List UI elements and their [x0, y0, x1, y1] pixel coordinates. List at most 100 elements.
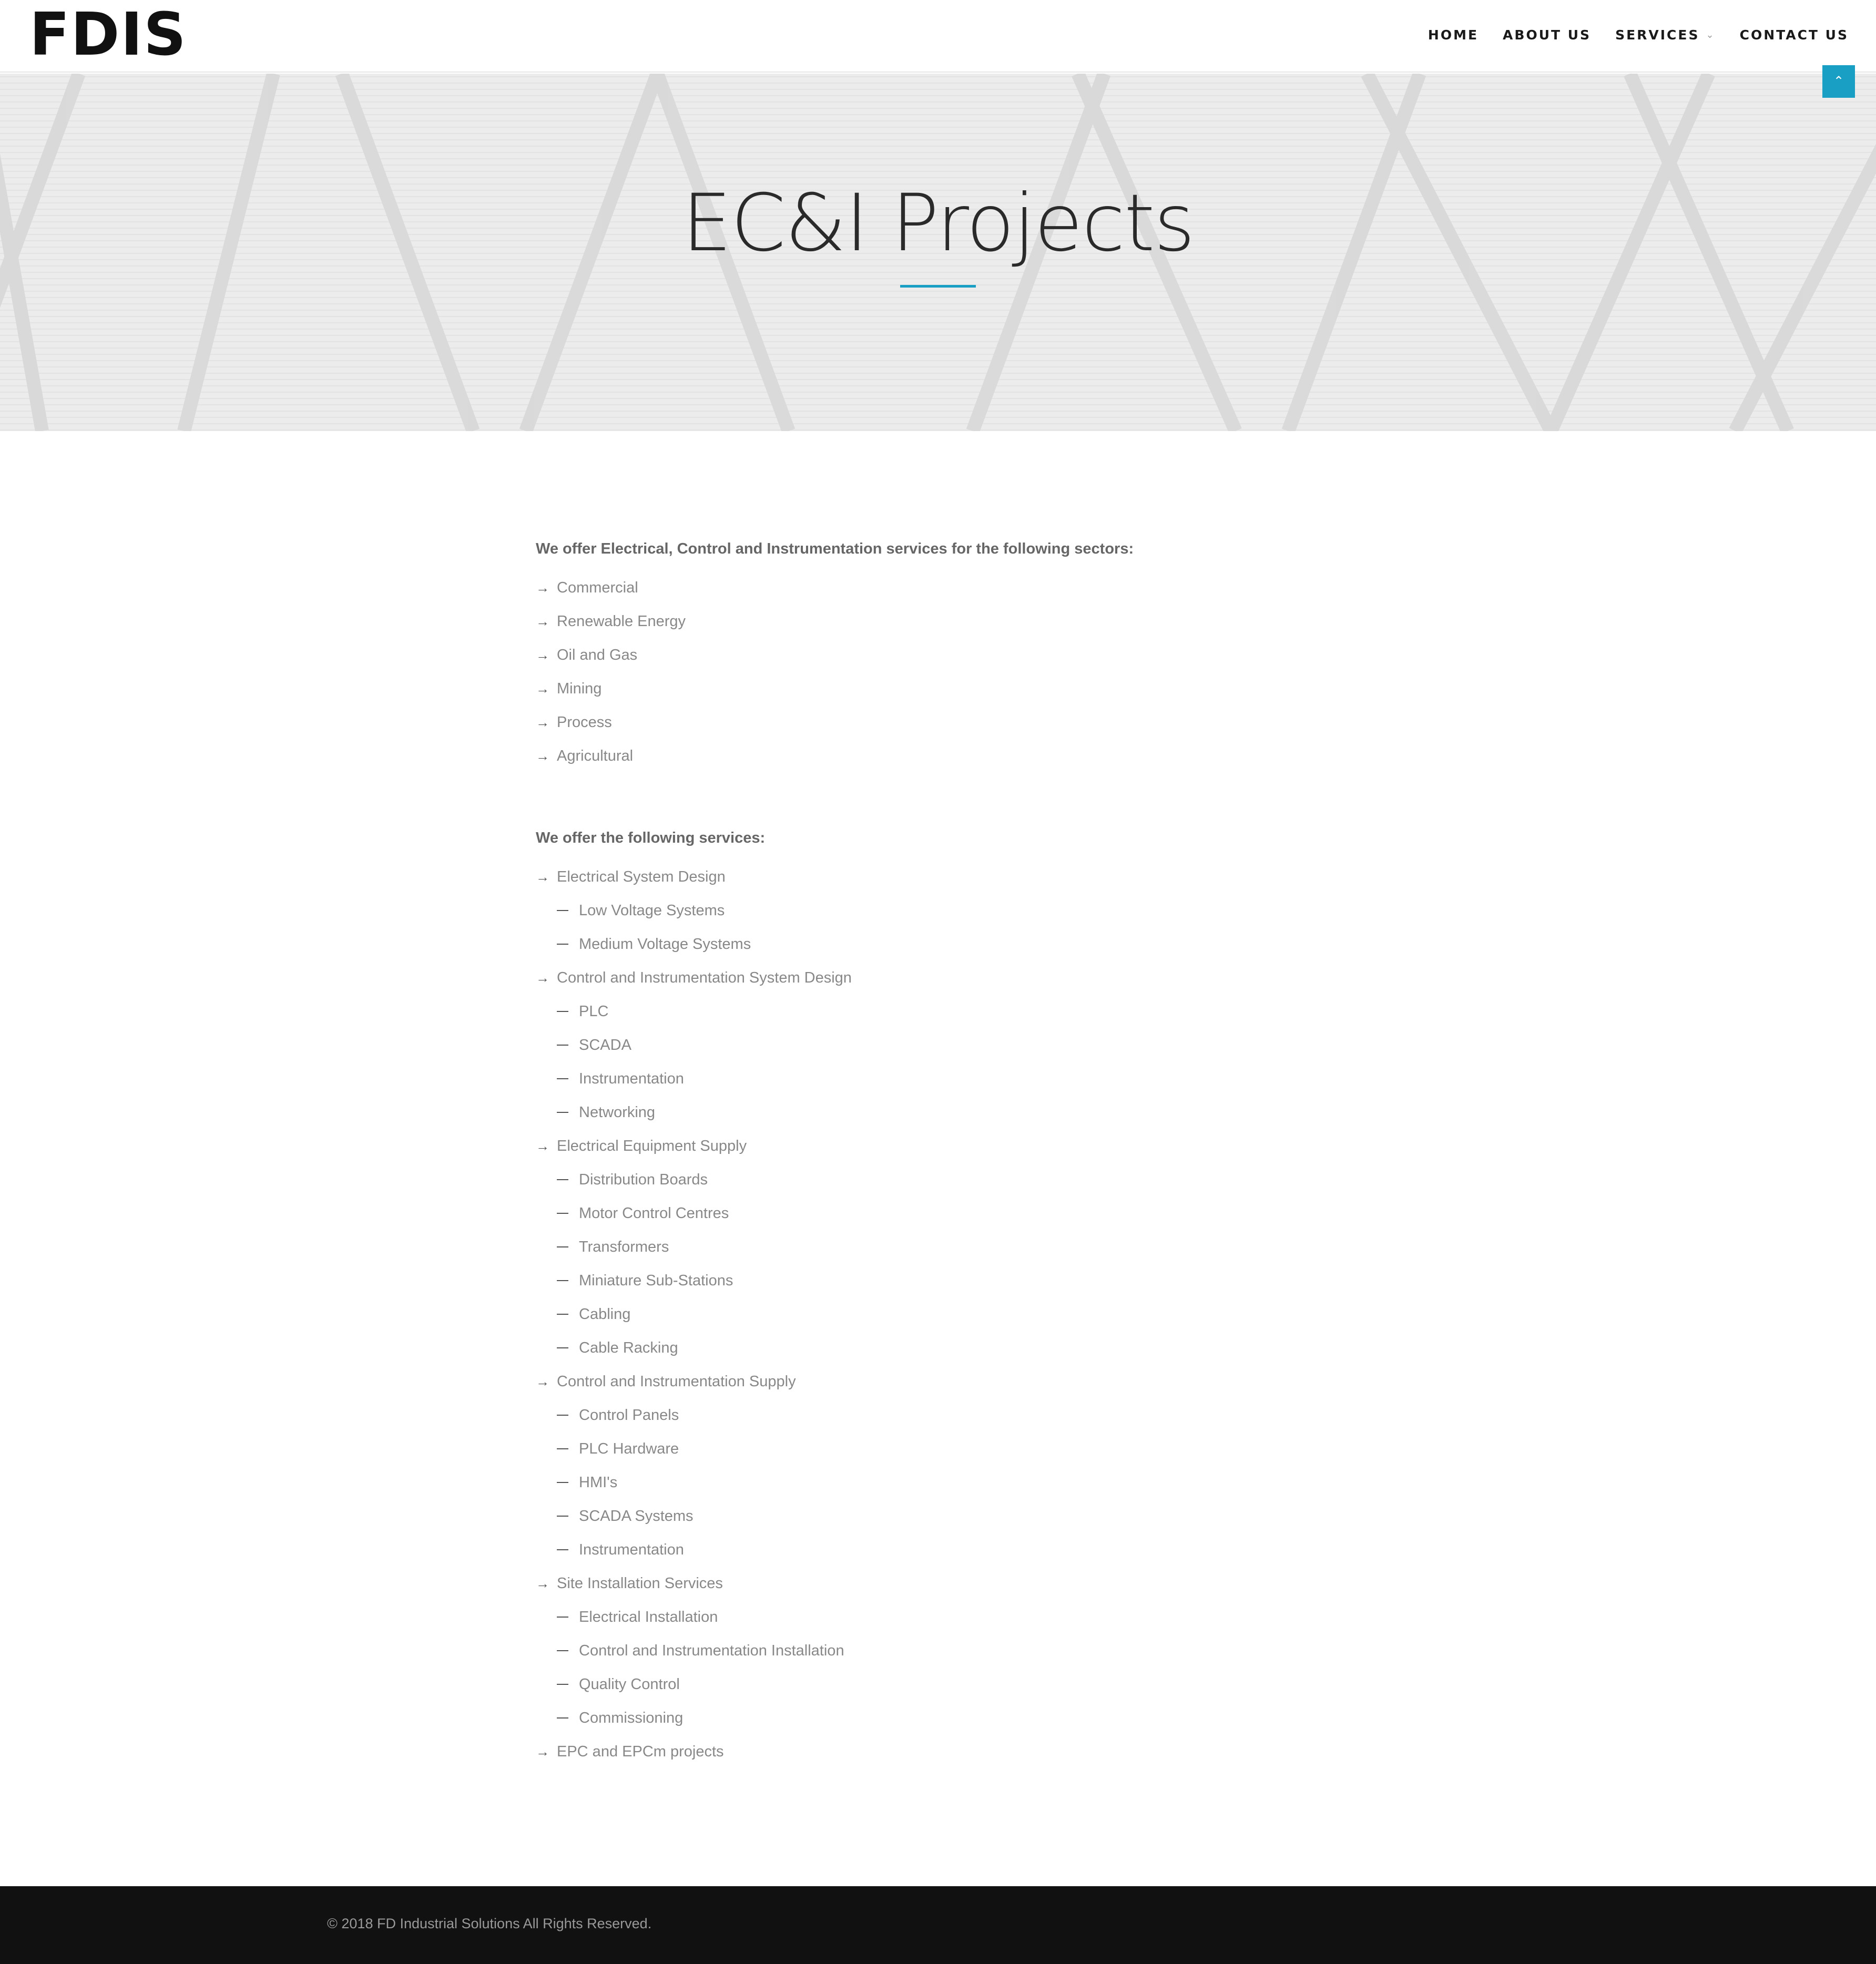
dash-icon: [557, 1482, 568, 1483]
service-group-label: EPC and EPCm projects: [557, 1743, 724, 1760]
service-subitem-label: Commissioning: [579, 1710, 684, 1726]
arrow-right-icon: →: [536, 647, 549, 663]
service-subitem-label: HMI's: [579, 1474, 618, 1491]
arrow-right-icon: →: [536, 748, 549, 764]
nav-about-us-label: ABOUT US: [1503, 27, 1592, 43]
service-subitem: Medium Voltage Systems: [536, 927, 1377, 961]
arrow-right-icon: →: [536, 714, 549, 730]
nav-about-us[interactable]: ABOUT US: [1503, 27, 1591, 43]
service-group-label: Control and Instrumentation System Desig…: [557, 969, 852, 986]
service-subitem-label: Quality Control: [579, 1676, 680, 1693]
nav-services-label: SERVICES: [1615, 27, 1700, 43]
service-subitem-label: Motor Control Centres: [579, 1205, 729, 1222]
service-group: → Control and Instrumentation Supply: [536, 1365, 1377, 1398]
list-item-label: Process: [557, 714, 612, 731]
list-item: → Commercial: [536, 571, 1377, 605]
list-item: → Mining: [536, 672, 1377, 705]
service-group: → Electrical Equipment Supply: [536, 1129, 1377, 1163]
site-header: FDIS HOME ABOUT US SERVICES ⌄ CONTACT US: [0, 0, 1876, 73]
service-subitem: PLC Hardware: [536, 1432, 1377, 1466]
list-item-label: Renewable Energy: [557, 613, 686, 630]
dash-icon: [557, 1347, 568, 1348]
list-item-label: Oil and Gas: [557, 647, 638, 663]
site-logo[interactable]: FDIS: [29, 3, 187, 66]
service-group-label: Control and Instrumentation Supply: [557, 1373, 796, 1390]
service-subitem-label: Control and Instrumentation Installation: [579, 1642, 844, 1659]
service-subitem-label: SCADA Systems: [579, 1508, 694, 1525]
service-subitem-label: Distribution Boards: [579, 1171, 708, 1188]
service-subitem: Motor Control Centres: [536, 1196, 1377, 1230]
copyright-text: © 2018 FD Industrial Solutions All Right…: [327, 1916, 652, 1931]
main-nav: HOME ABOUT US SERVICES ⌄ CONTACT US: [1404, 27, 1849, 43]
service-subitem: Commissioning: [536, 1701, 1377, 1735]
nav-services[interactable]: SERVICES ⌄: [1615, 27, 1716, 43]
dash-icon: [557, 1045, 568, 1046]
list-item: → Process: [536, 705, 1377, 739]
chevron-up-icon: ⌃: [1833, 74, 1844, 88]
service-subitem-label: Low Voltage Systems: [579, 902, 725, 919]
arrow-right-icon: →: [536, 869, 549, 885]
list-item-label: Mining: [557, 680, 602, 697]
service-group-label: Electrical System Design: [557, 868, 726, 885]
dash-icon: [557, 1684, 568, 1685]
arrow-right-icon: →: [536, 1576, 549, 1591]
dash-icon: [557, 1179, 568, 1180]
service-subitem: Distribution Boards: [536, 1163, 1377, 1196]
arrow-right-icon: →: [536, 580, 549, 596]
list-item: → Oil and Gas: [536, 638, 1377, 672]
service-subitem: HMI's: [536, 1466, 1377, 1499]
service-subitem-label: Medium Voltage Systems: [579, 936, 751, 953]
dash-icon: [557, 1246, 568, 1247]
service-subitem: PLC: [536, 995, 1377, 1028]
nav-contact-us[interactable]: CONTACT US: [1740, 27, 1849, 43]
service-subitem: Quality Control: [536, 1668, 1377, 1701]
chevron-down-icon: ⌄: [1706, 29, 1716, 40]
dash-icon: [557, 1549, 568, 1550]
services-list: → Electrical System Design Low Voltage Sy…: [536, 860, 1377, 1768]
dash-icon: [557, 1213, 568, 1214]
dash-icon: [557, 1112, 568, 1113]
service-subitem: SCADA: [536, 1028, 1377, 1062]
dash-icon: [557, 1448, 568, 1449]
dash-icon: [557, 1078, 568, 1079]
service-group-label: Electrical Equipment Supply: [557, 1138, 747, 1154]
arrow-right-icon: →: [536, 613, 549, 629]
sectors-intro: We offer Electrical, Control and Instrum…: [536, 540, 1134, 557]
service-subitem: Instrumentation: [536, 1062, 1377, 1096]
dash-icon: [557, 944, 568, 945]
service-subitem: Miniature Sub-Stations: [536, 1264, 1377, 1297]
service-subitem-label: Networking: [579, 1104, 656, 1121]
service-subitem: Cabling: [536, 1297, 1377, 1331]
service-subitem-label: Cable Racking: [579, 1339, 678, 1356]
service-subitem-label: SCADA: [579, 1037, 631, 1053]
page-title: EC&I Projects: [682, 178, 1195, 269]
service-subitem-label: Instrumentation: [579, 1541, 684, 1558]
nav-home[interactable]: HOME: [1428, 27, 1479, 43]
service-subitem: Cable Racking: [536, 1331, 1377, 1365]
services-intro: We offer the following services:: [536, 830, 766, 846]
dash-icon: [557, 1717, 568, 1718]
arrow-right-icon: →: [536, 1138, 549, 1154]
service-subitem-label: PLC Hardware: [579, 1440, 679, 1457]
service-subitem: Instrumentation: [536, 1533, 1377, 1567]
service-group: → EPC and EPCm projects: [536, 1735, 1377, 1768]
title-underline: [900, 285, 976, 288]
service-subitem: Networking: [536, 1096, 1377, 1129]
arrow-right-icon: →: [536, 970, 549, 986]
nav-contact-us-label: CONTACT US: [1739, 27, 1849, 43]
dash-icon: [557, 1280, 568, 1281]
dash-icon: [557, 1617, 568, 1618]
service-subitem: Control Panels: [536, 1398, 1377, 1432]
main-content: We offer Electrical, Control and Instrum…: [536, 536, 1377, 1768]
service-subitem-label: PLC: [579, 1003, 609, 1020]
list-item-label: Commercial: [557, 579, 638, 596]
page-hero: EC&I Projects: [0, 74, 1876, 431]
dash-icon: [557, 910, 568, 911]
dash-icon: [557, 1011, 568, 1012]
back-to-top-button[interactable]: ⌃: [1822, 65, 1855, 98]
nav-home-label: HOME: [1428, 27, 1479, 43]
arrow-right-icon: →: [536, 681, 549, 697]
list-item: → Agricultural: [536, 739, 1377, 773]
service-subitem-label: Miniature Sub-Stations: [579, 1272, 733, 1289]
service-subitem: Low Voltage Systems: [536, 894, 1377, 927]
